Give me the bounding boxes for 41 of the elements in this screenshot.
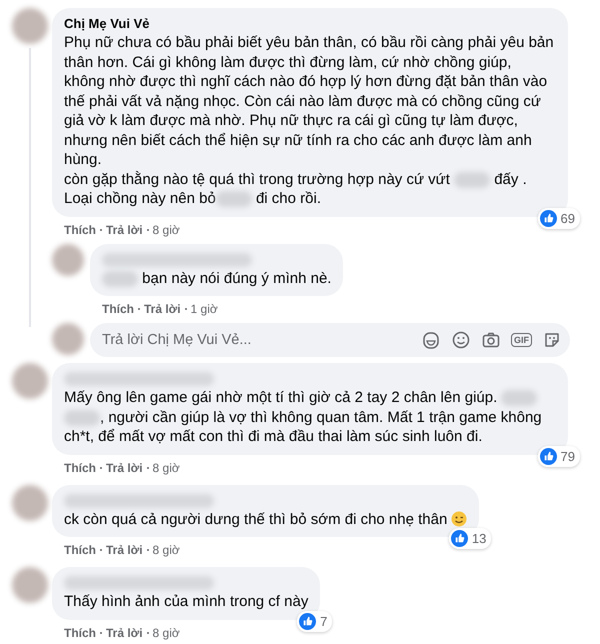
like-icon <box>540 210 557 226</box>
smiley-emoji-icon <box>451 511 468 528</box>
like-link[interactable]: Thích <box>64 543 96 557</box>
timestamp[interactable]: 8 giờ <box>152 222 180 236</box>
avatar <box>52 323 84 355</box>
avatar[interactable] <box>12 567 48 603</box>
avatar-sticker-icon[interactable] <box>421 330 441 350</box>
comment-text: Mấy ông lên game gái nhờ một tí thì giờ cả 2 tay 2 chân lên giúp. , người cần giúp là vợ thì không quan tâm. Mất 1 trận game không ch*t, để mất vợ mất con thì đi mà đầu thai làm súc sinh luôn đi. <box>64 388 543 446</box>
timestamp[interactable]: 1 giờ <box>190 302 218 316</box>
like-link[interactable]: Thích <box>102 302 134 316</box>
reaction-count[interactable]: 79 <box>538 446 580 466</box>
avatar[interactable] <box>12 363 48 399</box>
comment-text: Phụ nữ chưa có bầu phải biết yêu bản thân, có bầu rồi càng phải yêu bản thân hơn. Cái gì không làm được thì đừng làm, cứ nhờ chồng giúp, không nhờ được thì nghĩ cách nào đó hợp lý hơn đừng đặt bản thân vào thế phải vất vả nặng nhọc. Còn cái nào làm được mà có chồng cũng cứ giả vờ k làm được mà nhờ. Phụ nữ thực ra cái gì cũng tự làm được, nhưng nên biết cách thể hiện sự nữ tính ra cho các anh được làm anh hùng. còn gặp thằng nào tệ quá thì trong trường hợp này cứ vứt đấy . Loại chồng này nên bỏ đi cho rồi. <box>64 33 555 208</box>
reply-field[interactable]: Trả lời Chị Mẹ Vui Vẻ... GIF <box>90 323 570 357</box>
comment-text: bạn này nói đúng ý mình nè. <box>102 268 332 288</box>
timestamp[interactable]: 8 giờ <box>152 543 180 557</box>
like-link[interactable]: Thích <box>64 222 96 236</box>
reply-link[interactable]: Trả lời <box>144 302 181 316</box>
like-icon <box>450 530 468 547</box>
gif-button[interactable]: GIF <box>511 333 532 347</box>
camera-icon[interactable] <box>481 330 501 350</box>
like-icon <box>299 612 316 630</box>
timestamp[interactable]: 8 giờ <box>152 626 180 640</box>
avatar[interactable] <box>12 484 48 520</box>
author-name[interactable]: Chị Mẹ Vui Vẻ <box>64 15 556 33</box>
timestamp[interactable]: 8 giờ <box>152 460 180 474</box>
like-link[interactable]: Thích <box>64 626 96 640</box>
reply-link[interactable]: Trả lời <box>106 222 143 236</box>
reaction-count[interactable]: 69 <box>538 208 580 228</box>
reply-link[interactable]: Trả lời <box>106 460 143 474</box>
avatar[interactable] <box>52 244 84 276</box>
reply-link[interactable]: Trả lời <box>106 626 143 640</box>
comment-text: ck còn quá cả người dưng thế thì bỏ sớm đi cho nhẹ thân <box>64 510 448 529</box>
like-icon <box>540 448 557 464</box>
reaction-count[interactable]: 13 <box>448 528 492 549</box>
emoji-icon[interactable] <box>451 330 471 350</box>
comment-text: Thấy hình ảnh của mình trong cf này <box>64 592 308 612</box>
avatar[interactable] <box>12 8 48 44</box>
like-link[interactable]: Thích <box>64 460 96 474</box>
reaction-count[interactable]: 7 <box>297 610 332 632</box>
reply-link[interactable]: Trả lời <box>106 543 143 557</box>
